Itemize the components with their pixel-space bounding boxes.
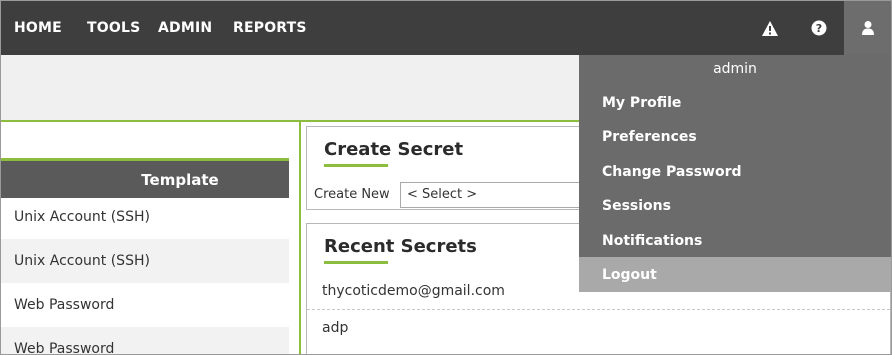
template-header[interactable]: Template <box>1 158 289 198</box>
user-icon <box>861 21 874 35</box>
column-divider <box>299 122 301 354</box>
nav-home[interactable]: HOME <box>14 20 62 36</box>
user-dropdown-menu: admin My Profile Preferences Change Pass… <box>579 55 891 292</box>
template-row[interactable]: Unix Account (SSH) <box>1 195 289 239</box>
svg-text:?: ? <box>816 22 822 35</box>
column-gap <box>291 122 299 354</box>
user-menu-button[interactable] <box>844 1 891 55</box>
template-row[interactable]: Web Password <box>1 283 289 327</box>
menu-item-notifications[interactable]: Notifications <box>579 223 891 258</box>
recent-secrets-title: Recent Secrets <box>324 236 477 257</box>
template-row[interactable]: Unix Account (SSH) <box>1 239 289 283</box>
nav-tools[interactable]: TOOLS <box>87 20 140 36</box>
title-underline <box>324 261 388 264</box>
menu-item-my-profile[interactable]: My Profile <box>579 85 891 120</box>
menu-item-sessions[interactable]: Sessions <box>579 188 891 223</box>
template-row[interactable]: Web Password <box>1 327 289 354</box>
warning-icon[interactable] <box>759 17 781 39</box>
top-nav: HOME TOOLS ADMIN REPORTS ? <box>1 1 891 55</box>
create-secret-title: Create Secret <box>324 139 464 160</box>
dropdown-username: admin <box>713 61 757 77</box>
template-select[interactable]: < Select > <box>400 182 600 208</box>
title-underline <box>324 164 388 167</box>
menu-item-preferences[interactable]: Preferences <box>579 119 891 154</box>
recent-secret-item[interactable]: adp <box>307 309 890 345</box>
create-new-label: Create New <box>314 187 390 202</box>
template-panel: Template Unix Account (SSH) Unix Account… <box>1 122 293 354</box>
template-header-label: Template <box>141 170 219 189</box>
app-frame: HOME TOOLS ADMIN REPORTS ? Template Unix… <box>0 0 892 355</box>
nav-reports[interactable]: REPORTS <box>233 20 307 36</box>
menu-item-logout[interactable]: Logout <box>579 257 891 292</box>
menu-item-change-password[interactable]: Change Password <box>579 154 891 189</box>
nav-admin[interactable]: ADMIN <box>158 20 212 36</box>
help-icon[interactable]: ? <box>808 17 830 39</box>
